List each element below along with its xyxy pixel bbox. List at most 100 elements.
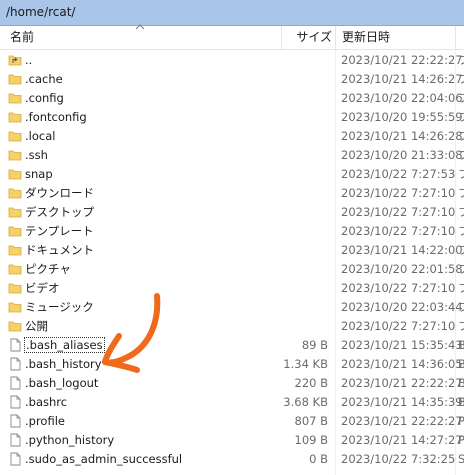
file-modified: 2023/10/21 14:22:00 (341, 243, 463, 257)
folder-row[interactable]: ピクチャ 2023/10/20 22:01:58 フ (0, 260, 464, 279)
file-type: P (458, 433, 464, 447)
folder-row[interactable]: ダウンロード 2023/10/22 7:27:10 フ (0, 184, 464, 203)
folder-row[interactable]: ビデオ 2023/10/22 7:27:10 フ (0, 279, 464, 298)
file-modified: 2023/10/22 7:27:10 (341, 224, 456, 238)
file-icon (8, 357, 22, 371)
sort-ascending-icon (135, 24, 145, 30)
folder-icon (8, 205, 22, 219)
file-name: snap (25, 165, 53, 184)
file-type: フ (458, 148, 464, 162)
folder-icon (8, 129, 22, 143)
file-type: フ (458, 319, 464, 333)
folder-icon (8, 224, 22, 238)
file-name-text: .profile (25, 414, 65, 428)
file-row[interactable]: .bashrc 3.68 KB 2023/10/21 14:35:39 B (0, 393, 464, 412)
file-name-text: ビデオ (25, 281, 60, 295)
folder-icon (8, 186, 22, 200)
file-name-text: .fontconfig (25, 110, 87, 124)
file-size: 0 B (309, 452, 328, 466)
file-icon (8, 338, 22, 352)
file-modified: 2023/10/21 14:26:27 (341, 72, 463, 86)
file-name-text: snap (25, 167, 53, 181)
file-name-text: .python_history (25, 433, 115, 447)
file-name: .bashrc (25, 393, 67, 412)
file-type: P (458, 414, 464, 428)
column-name-label: 名前 (10, 30, 35, 44)
file-type: フ (458, 110, 464, 124)
file-name-text: .bashrc (25, 395, 68, 409)
folder-row[interactable]: デスクトップ 2023/10/22 7:27:10 フ (0, 203, 464, 222)
folder-icon (8, 91, 22, 105)
folder-row[interactable]: .cache 2023/10/21 14:26:27 フ (0, 70, 464, 89)
file-modified: 2023/10/22 7:27:10 (341, 186, 456, 200)
file-name-text: .bash_history (25, 357, 102, 371)
folder-row[interactable]: ドキュメント 2023/10/21 14:22:00 フ (0, 241, 464, 260)
column-name-header[interactable]: 名前 (10, 26, 280, 49)
column-modified-label: 更新日時 (342, 30, 391, 44)
file-row[interactable]: .bash_aliases 89 B 2023/10/21 15:35:43 B (0, 336, 464, 355)
file-row[interactable]: .bash_logout 220 B 2023/10/21 22:22:27 B (0, 374, 464, 393)
file-modified: 2023/10/20 22:01:58 (341, 262, 463, 276)
folder-row[interactable]: .config 2023/10/20 22:04:06 フ (0, 89, 464, 108)
folder-row[interactable]: 公開 2023/10/22 7:27:10 フ (0, 317, 464, 336)
folder-row[interactable]: ミュージック 2023/10/20 22:03:44 フ (0, 298, 464, 317)
file-type: フ (458, 72, 464, 86)
column-divider[interactable] (335, 26, 336, 49)
folder-icon (8, 148, 22, 162)
file-name-text: ミュージック (25, 300, 94, 314)
file-name-text: テンプレート (25, 224, 94, 238)
file-icon (8, 433, 22, 447)
folder-row[interactable]: .local 2023/10/21 14:26:28 フ (0, 127, 464, 146)
file-modified: 2023/10/20 21:33:08 (341, 148, 463, 162)
file-type: フ (458, 167, 464, 181)
file-modified: 2023/10/21 22:22:27 (341, 414, 463, 428)
folder-row[interactable]: テンプレート 2023/10/22 7:27:10 フ (0, 222, 464, 241)
folder-icon (8, 243, 22, 257)
file-row[interactable]: .bash_history 1.34 KB 2023/10/21 14:36:05 B (0, 355, 464, 374)
file-modified: 2023/10/22 7:27:10 (341, 205, 456, 219)
file-icon (8, 452, 22, 466)
file-name: 公開 (25, 317, 48, 336)
file-row[interactable]: .python_history 109 B 2023/10/21 14:27:27 P (0, 431, 464, 450)
column-divider[interactable] (455, 26, 456, 49)
column-size-header[interactable]: サイズ (282, 26, 334, 49)
file-name: .local (25, 127, 55, 146)
file-icon (8, 414, 22, 428)
file-modified: 2023/10/21 14:36:05 (341, 357, 463, 371)
file-modified: 2023/10/22 7:27:53 (341, 167, 456, 181)
file-size: 220 B (294, 376, 329, 390)
file-name: .. (25, 51, 32, 70)
file-name: ドキュメント (25, 241, 94, 260)
file-modified: 2023/10/20 22:03:44 (341, 300, 463, 314)
file-modified: 2023/10/21 14:35:39 (341, 395, 463, 409)
file-modified: 2023/10/22 7:27:10 (341, 281, 456, 295)
column-size-label: サイズ (296, 30, 332, 44)
file-name: .ssh (25, 146, 48, 165)
file-modified: 2023/10/21 14:27:27 (341, 433, 463, 447)
file-row[interactable]: .profile 807 B 2023/10/21 22:22:27 P (0, 412, 464, 431)
file-icon (8, 376, 22, 390)
folder-row[interactable]: snap 2023/10/22 7:27:53 フ (0, 165, 464, 184)
file-modified: 2023/10/21 15:35:43 (341, 338, 463, 352)
file-name: .bash_logout (25, 374, 98, 393)
file-row[interactable]: .sudo_as_admin_successful 0 B 2023/10/22 7… (0, 450, 464, 469)
file-type: フ (458, 186, 464, 200)
file-name: デスクトップ (25, 203, 94, 222)
file-name: .python_history (25, 431, 114, 450)
column-modified-header[interactable]: 更新日時 (342, 26, 454, 49)
file-name: .profile (25, 412, 65, 431)
column-header: 名前 サイズ 更新日時 (0, 26, 464, 50)
file-name-text: .bash_aliases (24, 337, 105, 353)
file-type: フ (458, 129, 464, 143)
folder-row[interactable]: .. 2023/10/21 22:22:27 フ (0, 51, 464, 70)
folder-row[interactable]: .ssh 2023/10/20 21:33:08 フ (0, 146, 464, 165)
folder-icon (8, 167, 22, 181)
file-type: フ (458, 53, 464, 67)
file-name-text: .bash_logout (25, 376, 99, 390)
file-name-text: .sudo_as_admin_successful (25, 452, 183, 466)
file-name: ビデオ (25, 279, 60, 298)
folder-row[interactable]: .fontconfig 2023/10/20 19:55:59 フ (0, 108, 464, 127)
file-type: S (458, 452, 464, 466)
file-modified: 2023/10/22 7:32:25 (341, 452, 456, 466)
path-bar[interactable]: /home/rcat/ (0, 0, 464, 26)
